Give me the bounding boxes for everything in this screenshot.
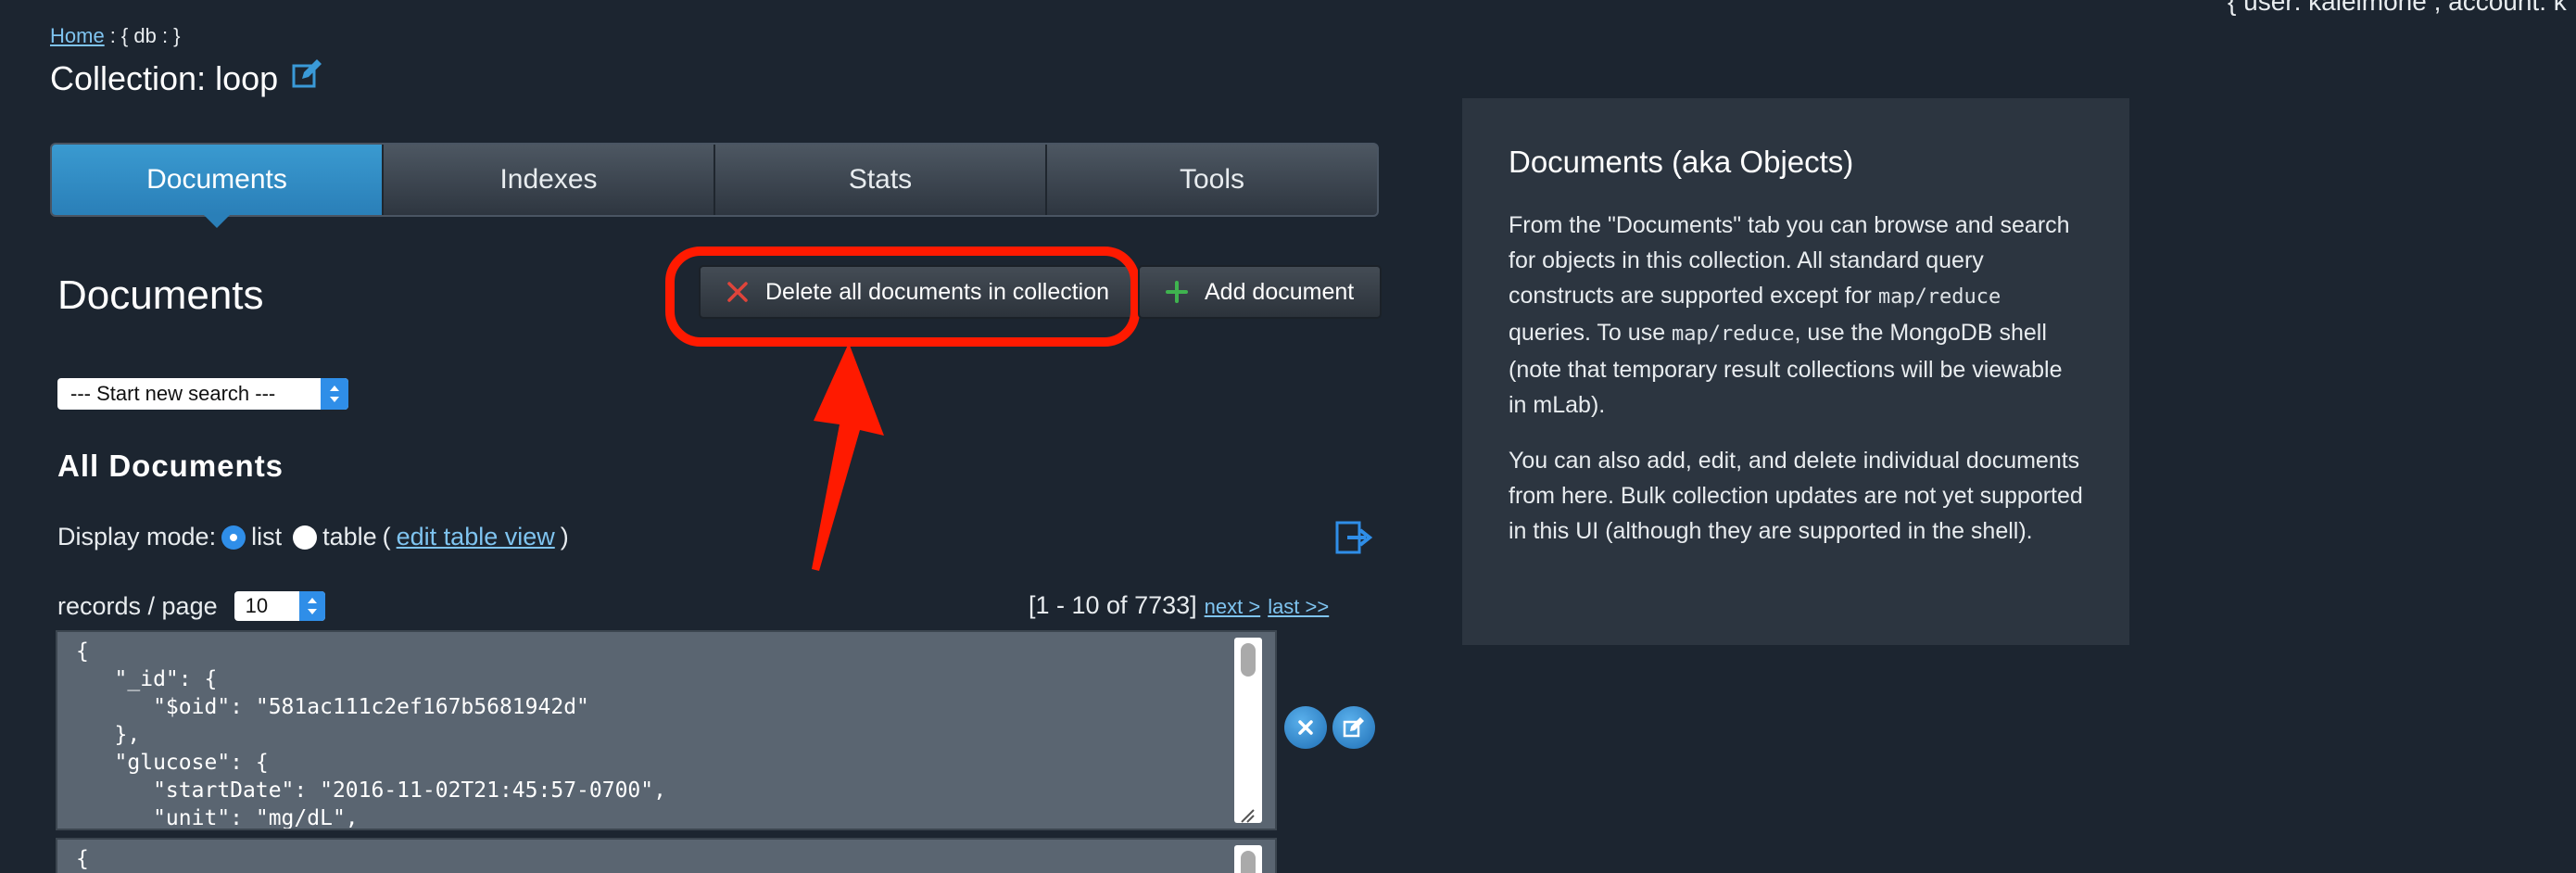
table-radio[interactable] bbox=[293, 525, 318, 550]
help-text: queries. To use bbox=[1509, 320, 1673, 346]
scrollbar-thumb[interactable] bbox=[1241, 851, 1256, 873]
edit-table-view-link[interactable]: edit table view bbox=[397, 523, 555, 551]
paren-open: ( bbox=[382, 523, 391, 550]
records-per-page-label: records / page bbox=[57, 591, 218, 620]
edit-circle-icon bbox=[1343, 717, 1364, 738]
remove-circle-icon bbox=[1298, 720, 1313, 735]
collection-title: Collection: loop bbox=[50, 59, 279, 97]
delete-document-button[interactable] bbox=[1284, 706, 1327, 749]
search-select-value: --- Start new search --- bbox=[70, 382, 276, 405]
tab-stats[interactable]: Stats bbox=[715, 145, 1047, 215]
page-title: Collection: loop bbox=[50, 59, 322, 98]
highlight-ring bbox=[665, 247, 1140, 347]
document-entry[interactable]: { "_id": { bbox=[56, 838, 1277, 873]
pager: [1 - 10 of 7733] next > last >> bbox=[1029, 591, 1329, 620]
document-json: { "_id": { "$oid": "581ac111c2ef167b5681… bbox=[76, 639, 666, 830]
breadcrumb-db: : { db : } bbox=[109, 24, 181, 47]
breadcrumb-home-link[interactable]: Home bbox=[50, 24, 105, 47]
display-mode-label: Display mode: bbox=[57, 523, 217, 550]
tab-tools[interactable]: Tools bbox=[1047, 145, 1377, 215]
pager-range: [1 - 10 of 7733] bbox=[1029, 591, 1197, 619]
search-select[interactable]: --- Start new search --- bbox=[57, 378, 348, 410]
plus-icon bbox=[1166, 281, 1188, 303]
list-radio[interactable] bbox=[221, 525, 246, 550]
tab-indexes[interactable]: Indexes bbox=[384, 145, 715, 215]
annotation-arrow bbox=[812, 343, 884, 571]
add-document-label: Add document bbox=[1205, 278, 1355, 305]
document-actions bbox=[1284, 706, 1375, 749]
table-option-label: table bbox=[322, 523, 377, 550]
user-account-info: { user: kaleimone , account: k bbox=[2228, 0, 2567, 16]
collection-tabs: Documents Indexes Stats Tools bbox=[50, 143, 1379, 217]
last-page-link[interactable]: last >> bbox=[1268, 595, 1329, 619]
paren-close: ) bbox=[560, 523, 569, 550]
active-tab-pointer bbox=[204, 215, 230, 228]
tab-documents[interactable]: Documents bbox=[52, 145, 384, 215]
resize-handle-icon[interactable] bbox=[1238, 806, 1255, 823]
help-paragraph-1: From the "Documents" tab you can browse … bbox=[1509, 208, 2083, 423]
document-scrollbar[interactable] bbox=[1234, 638, 1262, 823]
select-arrows-icon bbox=[298, 591, 325, 621]
records-per-page: records / page 10 bbox=[57, 591, 325, 621]
list-option-label: list bbox=[251, 523, 283, 550]
scrollbar-thumb[interactable] bbox=[1241, 643, 1256, 677]
help-paragraph-2: You can also add, edit, and delete indiv… bbox=[1509, 448, 2083, 544]
help-code: map/reduce bbox=[1672, 323, 1795, 346]
edit-document-button[interactable] bbox=[1332, 706, 1375, 749]
breadcrumb: Home: { db : } bbox=[50, 24, 181, 48]
export-icon[interactable] bbox=[1334, 519, 1373, 556]
select-arrows-icon bbox=[321, 378, 348, 410]
help-panel-title: Documents (aka Objects) bbox=[1509, 145, 1854, 179]
records-per-page-value: 10 bbox=[245, 594, 269, 617]
edit-icon[interactable] bbox=[291, 58, 322, 90]
records-per-page-select[interactable]: 10 bbox=[234, 591, 325, 621]
add-document-button[interactable]: Add document bbox=[1138, 265, 1383, 319]
all-documents-heading: All Documents bbox=[57, 449, 284, 483]
next-page-link[interactable]: next > bbox=[1205, 595, 1261, 619]
help-panel: Documents (aka Objects) From the "Docume… bbox=[1462, 98, 2129, 645]
document-json: { "_id": { bbox=[76, 847, 89, 871]
documents-title: Documents bbox=[57, 272, 264, 318]
document-entry[interactable]: { "_id": { "$oid": "581ac111c2ef167b5681… bbox=[56, 630, 1277, 830]
display-mode: Display mode: list table (edit table vie… bbox=[57, 523, 569, 551]
document-scrollbar[interactable] bbox=[1234, 845, 1262, 873]
help-code: map/reduce bbox=[1877, 285, 2001, 309]
